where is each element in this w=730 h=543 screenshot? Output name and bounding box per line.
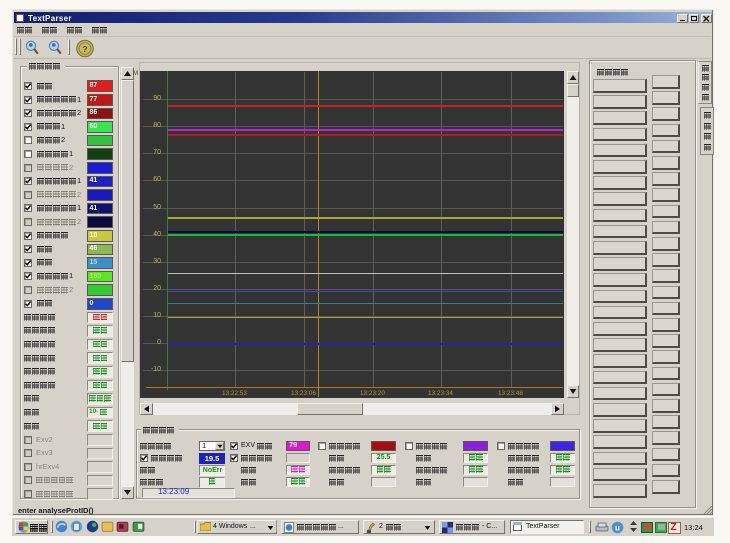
svg-text:?: ? xyxy=(82,44,87,54)
svg-text:u: u xyxy=(615,523,620,532)
